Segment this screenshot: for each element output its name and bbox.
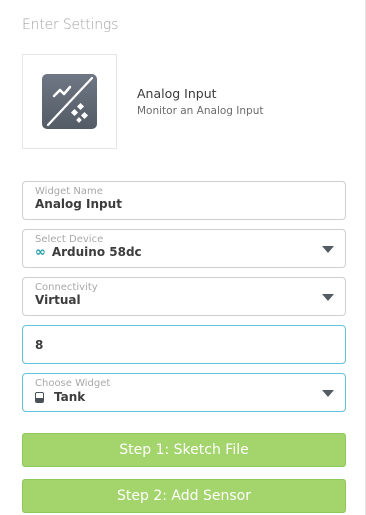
widget-description: Monitor an Analog Input [137, 105, 264, 117]
choose-widget-value-wrap: Tank [35, 390, 85, 405]
connectivity-select[interactable]: Connectivity Virtual [22, 277, 346, 316]
device-select[interactable]: Select Device ∞ Arduino 58dc [22, 229, 346, 268]
analog-input-icon [42, 74, 97, 129]
pin-input[interactable]: 8 [22, 325, 346, 364]
sketch-file-button[interactable]: Step 1: Sketch File [22, 433, 346, 467]
arduino-infinity-icon: ∞ [35, 244, 46, 260]
chevron-down-icon[interactable] [322, 245, 334, 253]
widget-name-title: Analog Input [137, 86, 217, 101]
choose-widget-value: Tank [54, 390, 86, 404]
chevron-down-icon[interactable] [322, 293, 334, 301]
widget-name-field[interactable]: Widget Name Analog Input [22, 181, 346, 220]
tank-icon [35, 392, 44, 403]
widget-thumbnail [22, 54, 117, 149]
device-select-value: Arduino 58dc [51, 245, 142, 259]
chevron-down-icon[interactable] [322, 389, 334, 397]
connectivity-value: Virtual [35, 293, 81, 307]
widget-name-value: Analog Input [35, 197, 122, 211]
settings-panel: Enter Settings Analog Input Monitor an A… [0, 0, 366, 515]
choose-widget-select[interactable]: Choose Widget Tank [22, 373, 346, 412]
device-select-value-wrap: ∞ Arduino 58dc [35, 245, 142, 260]
choose-widget-label: Choose Widget [35, 378, 111, 389]
pin-value: 8 [35, 338, 44, 352]
page-title: Enter Settings [22, 17, 119, 33]
add-sensor-button[interactable]: Step 2: Add Sensor [22, 479, 346, 513]
